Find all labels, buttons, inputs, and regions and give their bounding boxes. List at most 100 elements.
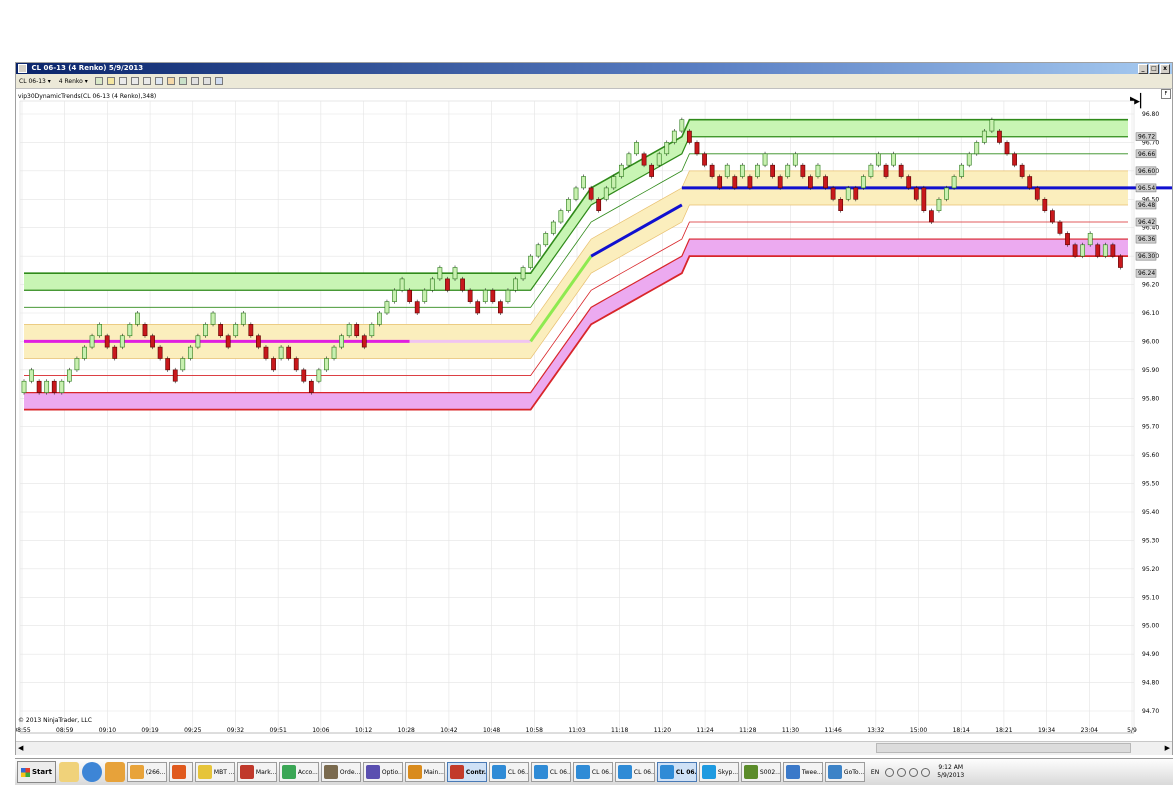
file-explorer-icon[interactable] — [58, 762, 79, 782]
taskbar-item[interactable]: S002... — [740, 762, 781, 782]
renko-brick-up — [82, 346, 87, 359]
renko-brick-up — [384, 301, 390, 314]
scroll-left-icon[interactable]: ◀ — [18, 744, 23, 752]
renko-brick-up — [845, 187, 851, 200]
renko-brick-down — [747, 176, 753, 189]
renko-brick-up — [392, 289, 397, 302]
renko-brick-down — [1004, 142, 1010, 155]
price-badge-label: 96.30 — [1138, 253, 1155, 260]
renko-brick-down — [172, 369, 178, 382]
taskbar-item-label: CL 06... — [675, 768, 697, 776]
renko-brick-up — [1080, 244, 1086, 257]
renko-brick-up — [679, 119, 685, 132]
taskbar-item-label: Orde... — [339, 768, 361, 776]
taskbar-item[interactable]: CL 06... — [572, 762, 613, 782]
taskbar-item[interactable]: Skyp... — [698, 762, 739, 782]
y-tick-label: 95.10 — [1142, 594, 1159, 601]
taskbar-item[interactable]: Twee... — [782, 762, 823, 782]
y-tick-label: 95.50 — [1142, 481, 1159, 488]
windows-media-icon[interactable] — [104, 762, 125, 782]
taskbar-item[interactable]: (266... — [126, 762, 167, 782]
renko-brick-down — [467, 289, 473, 302]
taskbar-item[interactable] — [168, 762, 193, 782]
y-tick-label: 94.90 — [1142, 651, 1159, 658]
scrollbar-thumb[interactable] — [876, 743, 1131, 753]
system-clock[interactable]: 9:12 AM 5/9/2013 — [937, 764, 964, 780]
renko-brick-down — [694, 142, 700, 155]
network-icon[interactable] — [897, 767, 907, 777]
volume-icon[interactable] — [909, 767, 919, 777]
app-icon — [197, 765, 212, 779]
renko-brick-up — [944, 187, 949, 200]
renko-brick-down — [407, 289, 413, 302]
taskbar-item[interactable]: GoTo... — [824, 762, 865, 782]
x-tick-label: 11:28 — [739, 727, 756, 734]
renko-brick-up — [1102, 244, 1108, 257]
scroll-right-icon[interactable]: ▶ — [1165, 744, 1170, 752]
taskbar-item[interactable]: MBT ... — [194, 762, 235, 782]
renko-brick-up — [520, 267, 526, 280]
renko-brick-down — [361, 335, 367, 348]
renko-brick-up — [240, 312, 246, 325]
taskbar-item-label: Main... — [423, 768, 444, 776]
renko-brick-down — [687, 130, 692, 143]
action-center-icon[interactable] — [921, 767, 931, 777]
renko-brick-up — [66, 369, 72, 382]
renko-brick-up — [550, 221, 556, 234]
renko-brick-down — [36, 380, 42, 393]
renko-brick-up — [44, 380, 50, 393]
renko-brick-up — [452, 267, 458, 280]
renko-brick-down — [1118, 255, 1123, 268]
app-icon — [449, 765, 464, 779]
renko-brick-up — [97, 324, 102, 337]
taskbar-item[interactable]: Mark... — [236, 762, 277, 782]
renko-brick-up — [543, 233, 549, 246]
taskbar-item[interactable]: CL 06... — [488, 762, 529, 782]
taskbar-item[interactable]: Contr... — [446, 762, 487, 782]
renko-brick-down — [51, 380, 57, 393]
renko-brick-down — [142, 324, 148, 337]
renko-brick-down — [1027, 176, 1033, 189]
taskbar-item[interactable]: CL 06... — [656, 762, 697, 782]
copyright-text: © 2013 NinjaTrader, LLC — [18, 717, 92, 724]
renko-brick-down — [256, 335, 261, 348]
taskbar-item-label: S002... — [759, 768, 781, 776]
renko-brick-down — [770, 164, 775, 177]
renko-brick-up — [399, 278, 405, 291]
y-tick-label: 94.80 — [1142, 680, 1159, 687]
renko-brick-down — [414, 301, 420, 314]
taskbar-item[interactable]: Optio... — [362, 762, 403, 782]
renko-brick-down — [165, 358, 171, 371]
renko-brick-up — [755, 164, 760, 177]
renko-brick-down — [293, 358, 299, 371]
internet-explorer-icon[interactable] — [81, 762, 102, 782]
taskbar-item[interactable]: Main... — [404, 762, 445, 782]
taskbar-item[interactable]: CL 06... — [530, 762, 571, 782]
language-indicator[interactable]: EN — [871, 769, 879, 776]
y-tick-label: 95.00 — [1142, 623, 1159, 630]
taskbar-item[interactable]: Orde... — [320, 762, 361, 782]
horizontal-scrollbar[interactable]: ◀ ▶ — [16, 741, 1172, 755]
taskbar-item[interactable]: CL 06... — [614, 762, 655, 782]
tray-arrow-icon[interactable] — [885, 767, 895, 777]
x-tick-label: 13:32 — [867, 727, 884, 734]
renko-brick-up — [324, 358, 329, 371]
renko-chart[interactable]: 96.8096.7096.6096.5096.4096.3096.2096.10… — [16, 63, 1172, 741]
renko-brick-down — [490, 289, 496, 302]
y-tick-label: 96.20 — [1142, 282, 1159, 289]
app-icon — [701, 765, 716, 779]
renko-brick-up — [664, 142, 670, 155]
renko-brick-up — [210, 312, 216, 325]
x-tick-label: 09:51 — [270, 727, 287, 734]
renko-brick-down — [838, 198, 844, 211]
app-icon — [659, 765, 674, 779]
renko-brick-down — [853, 187, 859, 200]
renko-brick-down — [921, 187, 927, 211]
renko-brick-up — [331, 346, 337, 359]
renko-brick-down — [475, 301, 481, 314]
renko-brick-up — [429, 278, 435, 291]
taskbar-item[interactable]: Acco... — [278, 762, 319, 782]
renko-brick-up — [724, 164, 730, 177]
start-button[interactable]: Start — [17, 761, 56, 783]
renko-brick-down — [596, 198, 602, 211]
